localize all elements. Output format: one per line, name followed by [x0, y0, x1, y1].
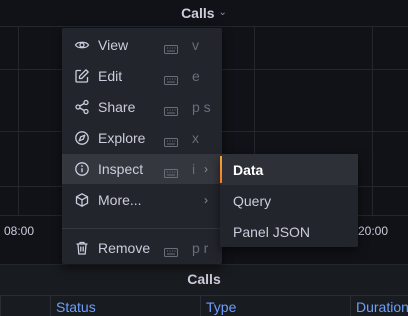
cube-icon — [74, 192, 90, 208]
table-header: Status Type Duration — [0, 295, 408, 316]
eye-icon — [74, 37, 90, 53]
column-header-type[interactable]: Type — [200, 296, 350, 316]
submenu-item-label: Data — [233, 162, 264, 178]
keyboard-icon — [164, 103, 178, 116]
table-panel: Calls Status Type Duration — [0, 264, 408, 316]
menu-item-label: More... — [98, 192, 142, 208]
menu-item-label: Edit — [98, 68, 123, 84]
panel-header: Calls ⌄ — [0, 0, 408, 26]
panel-title: Calls — [181, 5, 215, 21]
keyboard-icon — [164, 244, 178, 257]
submenu-item-label: Query — [233, 193, 272, 209]
trash-icon — [74, 240, 90, 256]
column-header-status[interactable]: Status — [50, 296, 200, 316]
keyboard-icon — [164, 165, 178, 178]
panel-title-menu-trigger[interactable]: Calls ⌄ — [181, 5, 227, 21]
table-header-blank — [0, 296, 50, 316]
menu-item-remove[interactable]: Remove p r — [62, 233, 222, 263]
menu-item-shortcut: v — [192, 37, 199, 53]
inspect-submenu: Data Query Panel JSON — [220, 154, 358, 247]
grid-line — [372, 26, 373, 216]
chevron-right-icon: › — [204, 162, 208, 176]
keyboard-icon — [164, 41, 178, 54]
dashboard: Calls ⌄ 08:00 20:00 Calls Status Type Du… — [0, 0, 408, 316]
menu-item-share[interactable]: Share p s — [62, 92, 222, 122]
menu-item-shortcut: e — [192, 68, 200, 84]
keyboard-icon — [164, 134, 178, 147]
grid-line — [18, 26, 19, 216]
keyboard-icon — [164, 72, 178, 85]
menu-item-label: Remove — [98, 240, 151, 256]
menu-item-explore[interactable]: Explore x — [62, 123, 222, 153]
chevron-right-icon: › — [204, 193, 208, 207]
x-tick-label: 20:00 — [358, 224, 389, 238]
menu-item-label: Explore — [98, 130, 146, 146]
menu-item-shortcut: i — [192, 161, 196, 177]
submenu-item-panel-json[interactable]: Panel JSON — [220, 216, 358, 247]
menu-item-shortcut: x — [192, 130, 199, 146]
menu-item-view[interactable]: View v — [62, 30, 222, 60]
menu-item-label: Share — [98, 99, 136, 115]
menu-item-shortcut: p s — [192, 99, 211, 115]
menu-item-shortcut: p r — [192, 240, 209, 256]
column-header-duration[interactable]: Duration — [350, 296, 408, 316]
share-icon — [74, 99, 90, 115]
chevron-down-icon: ⌄ — [218, 7, 227, 18]
menu-item-inspect[interactable]: Inspect i › — [62, 154, 222, 184]
compass-icon — [74, 130, 90, 146]
active-indicator — [220, 156, 222, 183]
info-circle-icon — [74, 161, 90, 177]
menu-item-label: View — [98, 37, 129, 53]
menu-item-edit[interactable]: Edit e — [62, 61, 222, 91]
table-panel-title[interactable]: Calls — [0, 265, 408, 293]
menu-divider — [62, 228, 222, 229]
x-tick-label: 08:00 — [4, 224, 35, 238]
submenu-item-label: Panel JSON — [233, 224, 311, 240]
submenu-item-data[interactable]: Data — [220, 154, 358, 185]
menu-item-label: Inspect — [98, 161, 144, 177]
grid-line — [0, 26, 408, 27]
panel-context-menu: View v Edit e Share p s Explore x Inspec… — [62, 28, 222, 264]
submenu-item-query[interactable]: Query — [220, 185, 358, 216]
menu-item-more[interactable]: More... › — [62, 185, 222, 215]
edit-icon — [74, 68, 90, 84]
